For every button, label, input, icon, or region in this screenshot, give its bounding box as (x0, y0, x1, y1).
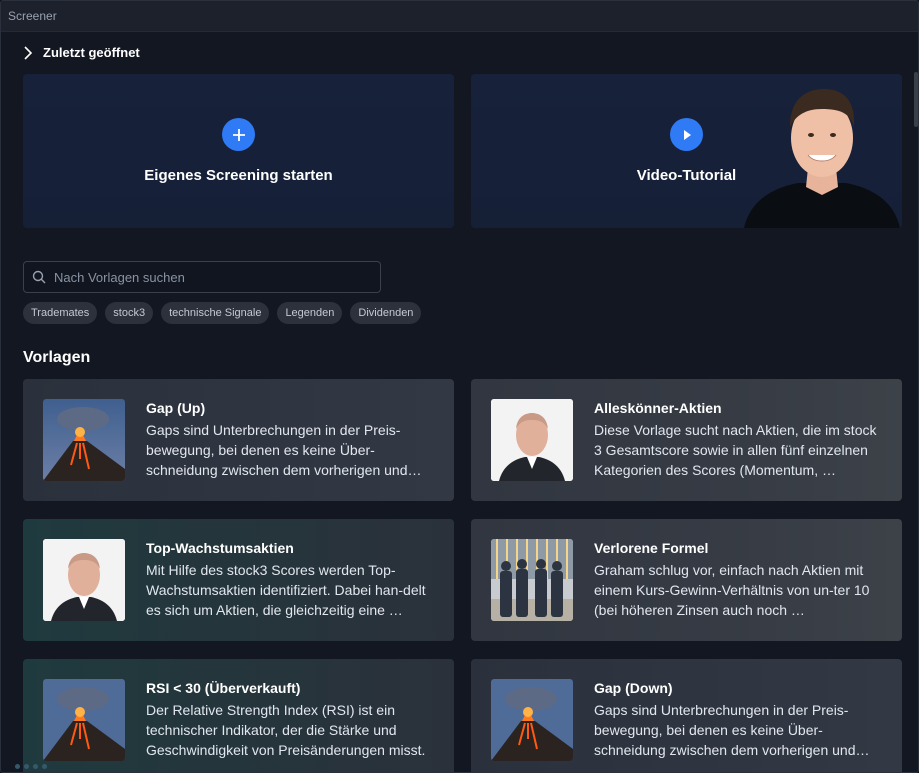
template-title: Alleskönner-Aktien (594, 400, 722, 416)
template-description: Diese Vorlage sucht nach Aktien, die im … (594, 422, 877, 478)
template-title: Top-Wachstumsaktien (146, 540, 294, 556)
dot (15, 764, 20, 769)
chip-technische-signale[interactable]: technische Signale (161, 302, 270, 324)
dot (42, 764, 47, 769)
window-title: Screener (8, 9, 57, 23)
template-title: Verlorene Formel (594, 540, 709, 556)
screener-content: Zuletzt geöffnet Eigenes Screening start… (1, 32, 918, 772)
template-description: Graham schlug vor, einfach nach Aktien m… (594, 562, 870, 618)
template-title: Gap (Down) (594, 680, 673, 696)
search-icon (32, 270, 46, 284)
scrollbar[interactable] (914, 72, 918, 127)
template-card-top-wachstumsaktien[interactable]: Top-Wachstumsaktien Mit Hilfe des stock3… (23, 519, 454, 641)
volcano-thumbnail (43, 679, 125, 761)
chip-dividenden[interactable]: Dividenden (350, 302, 422, 324)
dot (24, 764, 29, 769)
templates-heading: Vorlagen (23, 349, 91, 366)
template-card-gap-down[interactable]: Gap (Down) Gaps sind Unterbrechungen in … (471, 659, 902, 772)
template-description: Gaps sind Unterbrechungen in der Preis-b… (146, 422, 408, 478)
template-description: Mit Hilfe des stock3 Scores werden Top-W… (146, 562, 426, 618)
volcano-thumbnail (43, 399, 125, 481)
play-icon (670, 118, 703, 151)
template-search-field[interactable] (23, 261, 381, 293)
template-description: Gaps sind Unterbrechungen in der Preis-b… (594, 702, 856, 758)
template-card-gap-up[interactable]: Gap (Up) Gaps sind Unterbrechungen in de… (23, 379, 454, 501)
recent-label: Zuletzt geöffnet (43, 45, 140, 60)
chip-legenden[interactable]: Legenden (277, 302, 343, 324)
template-title: Gap (Up) (146, 400, 206, 416)
template-card-alleskoenner[interactable]: Alleskönner-Aktien Diese Vorlage sucht n… (471, 379, 902, 501)
presenter-photo (744, 89, 900, 228)
chevron-right-icon (24, 45, 33, 60)
video-tutorial-card[interactable]: Video-Tutorial (471, 74, 902, 228)
filter-chips: Trademates stock3 technische Signale Leg… (23, 302, 422, 324)
template-description: Der Relative Strength Index (RSI) ist ei… (146, 702, 426, 758)
start-custom-screening-card[interactable]: Eigenes Screening starten (23, 74, 454, 228)
portrait-thumbnail (491, 399, 573, 481)
loading-dots (15, 764, 47, 769)
chip-trademates[interactable]: Trademates (23, 302, 98, 324)
screener-window: Screener Zuletzt geöffnet Eigenes Screen… (0, 0, 919, 773)
businessmen-thumbnail (491, 539, 573, 621)
template-search-input[interactable] (54, 269, 374, 285)
title-bar: Screener (1, 1, 918, 32)
template-card-verlorene-formel[interactable]: Verlorene Formel Graham schlug vor, einf… (471, 519, 902, 641)
portrait-thumbnail (43, 539, 125, 621)
template-title: RSI < 30 (Überverkauft) (146, 680, 301, 696)
template-card-rsi-ueberverkauft[interactable]: RSI < 30 (Überverkauft) Der Relative Str… (23, 659, 454, 772)
video-tutorial-label: Video-Tutorial (636, 167, 737, 184)
recent-toggle[interactable]: Zuletzt geöffnet (23, 45, 140, 60)
plus-icon (222, 118, 255, 151)
chip-stock3[interactable]: stock3 (105, 302, 154, 324)
dot (33, 764, 38, 769)
start-custom-screening-label: Eigenes Screening starten (144, 167, 333, 184)
volcano-thumbnail (491, 679, 573, 761)
